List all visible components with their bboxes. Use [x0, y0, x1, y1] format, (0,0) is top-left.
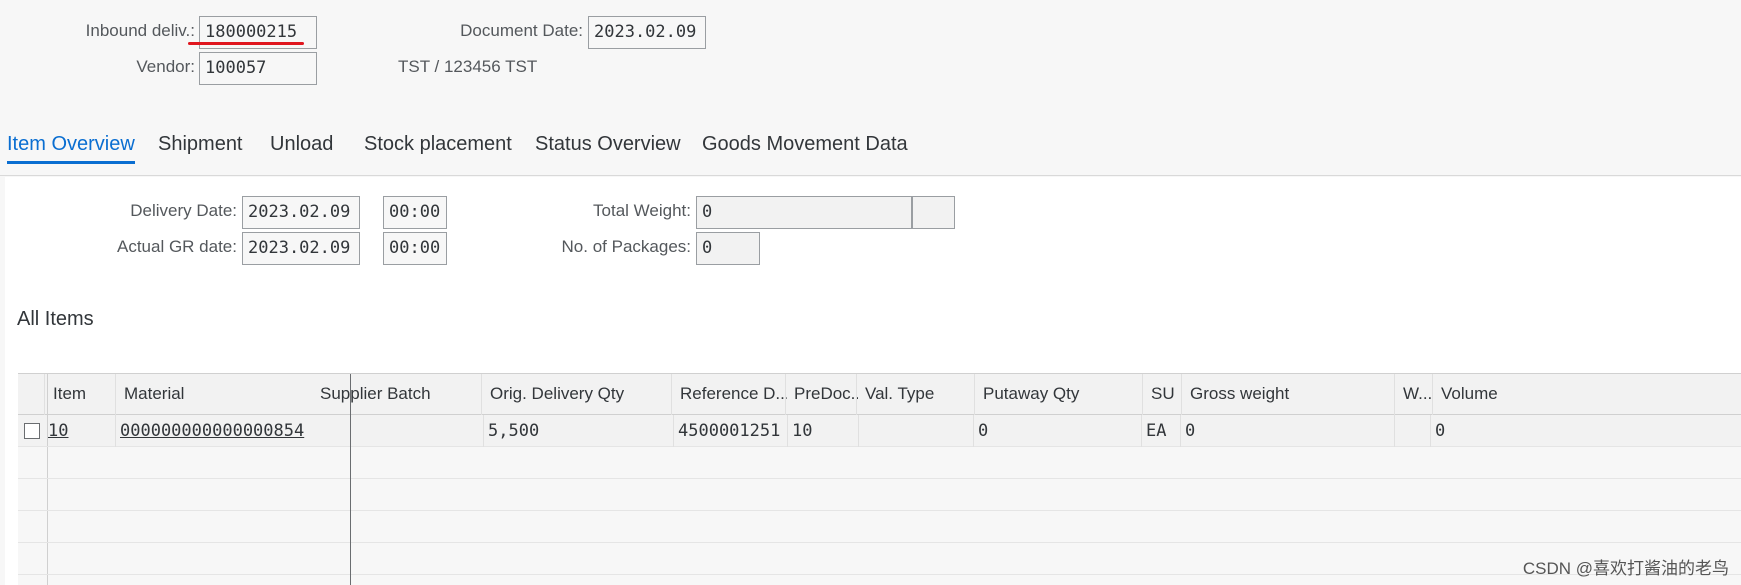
cell-su[interactable]: EA [1141, 415, 1181, 447]
items-table: Item Material Supplier Batch Orig. Deliv… [18, 373, 1741, 585]
actual-gr-date-label: Actual GR date: [116, 237, 237, 256]
delivery-time-field[interactable]: 00:00 [383, 196, 447, 229]
cell-predoc[interactable]: 10 [787, 415, 860, 447]
tab-shipment[interactable]: Shipment [158, 128, 243, 160]
row-select-cell [18, 575, 48, 585]
document-date-field[interactable]: 2023.02.09 [588, 16, 706, 49]
col-gross-weight[interactable]: Gross weight [1181, 374, 1395, 415]
row-select-cell [18, 479, 48, 510]
cell-volume[interactable]: 0 [1430, 415, 1730, 447]
cell-weight-unit[interactable] [1394, 415, 1432, 447]
total-weight-field[interactable]: 0 [696, 196, 912, 229]
packages-field[interactable]: 0 [696, 232, 760, 265]
table-row[interactable]: 10 000000000000000854 5,500 4500001251 1… [18, 415, 1741, 447]
table-row[interactable] [18, 447, 1741, 479]
tab-bar: Item Overview Shipment Unload Stock plac… [0, 133, 1741, 176]
col-supplier-batch[interactable]: Supplier Batch [312, 374, 488, 415]
row-select-cell [18, 543, 48, 574]
vendor-name-text: TST / 123456 TST [398, 57, 538, 76]
row-checkbox[interactable] [24, 423, 40, 439]
tab-goods-movement-data[interactable]: Goods Movement Data [702, 128, 908, 160]
col-putaway-qty[interactable]: Putaway Qty [974, 374, 1146, 415]
document-date-label: Document Date: [460, 21, 583, 40]
inbound-delivery-label: Inbound deliv.: [85, 21, 195, 40]
cell-item[interactable]: 10 [44, 415, 116, 447]
col-orig-delivery-qty[interactable]: Orig. Delivery Qty [481, 374, 671, 415]
cell-material[interactable]: 000000000000000854 [115, 415, 318, 447]
table-header: Item Material Supplier Batch Orig. Deliv… [18, 374, 1741, 415]
actual-gr-time-field[interactable]: 00:00 [383, 232, 447, 265]
row-select-cell [18, 447, 48, 478]
col-val-type[interactable]: Val. Type [856, 374, 975, 415]
tab-status-overview[interactable]: Status Overview [535, 128, 681, 160]
tab-unload[interactable]: Unload [270, 128, 333, 160]
delivery-date-label: Delivery Date: [130, 201, 237, 220]
cell-orig-delivery-qty[interactable]: 5,500 [483, 415, 673, 447]
col-volume[interactable]: Volume [1432, 374, 1732, 415]
col-su[interactable]: SU [1142, 374, 1182, 415]
cell-val-type[interactable] [858, 415, 976, 447]
tab-item-overview[interactable]: Item Overview [7, 128, 135, 164]
material-link[interactable]: 000000000000000854 [120, 421, 304, 441]
vendor-field[interactable]: 100057 [199, 52, 317, 85]
tab-stock-placement[interactable]: Stock placement [364, 128, 512, 160]
row-select-cell [18, 511, 48, 542]
col-material[interactable]: Material [115, 374, 318, 415]
cell-supplier-batch[interactable] [318, 415, 488, 447]
cell-reference-doc[interactable]: 4500001251 [673, 415, 789, 447]
total-weight-label: Total Weight: [593, 201, 691, 220]
red-underline-annotation [188, 42, 304, 45]
packages-label: No. of Packages: [561, 237, 691, 256]
actual-gr-date-field[interactable]: 2023.02.09 [242, 232, 360, 265]
col-weight-unit[interactable]: W... [1394, 374, 1432, 415]
frozen-column-divider[interactable] [350, 374, 351, 585]
table-row[interactable] [18, 479, 1741, 511]
cell-putaway-qty[interactable]: 0 [973, 415, 1143, 447]
col-item[interactable]: Item [44, 374, 116, 415]
cell-gross-weight[interactable]: 0 [1180, 415, 1394, 447]
watermark-text: CSDN @喜欢打酱油的老鸟 [1522, 559, 1729, 578]
col-reference-doc[interactable]: Reference D... [671, 374, 787, 415]
table-row[interactable] [18, 543, 1741, 575]
table-row[interactable] [18, 511, 1741, 543]
delivery-date-field[interactable]: 2023.02.09 [242, 196, 360, 229]
table-row[interactable] [18, 575, 1741, 585]
col-predoc[interactable]: PreDoc... [785, 374, 858, 415]
vendor-label: Vendor: [136, 57, 195, 76]
all-items-title: All Items [17, 308, 94, 330]
item-link[interactable]: 10 [48, 421, 68, 441]
weight-unit-field[interactable] [912, 196, 955, 229]
